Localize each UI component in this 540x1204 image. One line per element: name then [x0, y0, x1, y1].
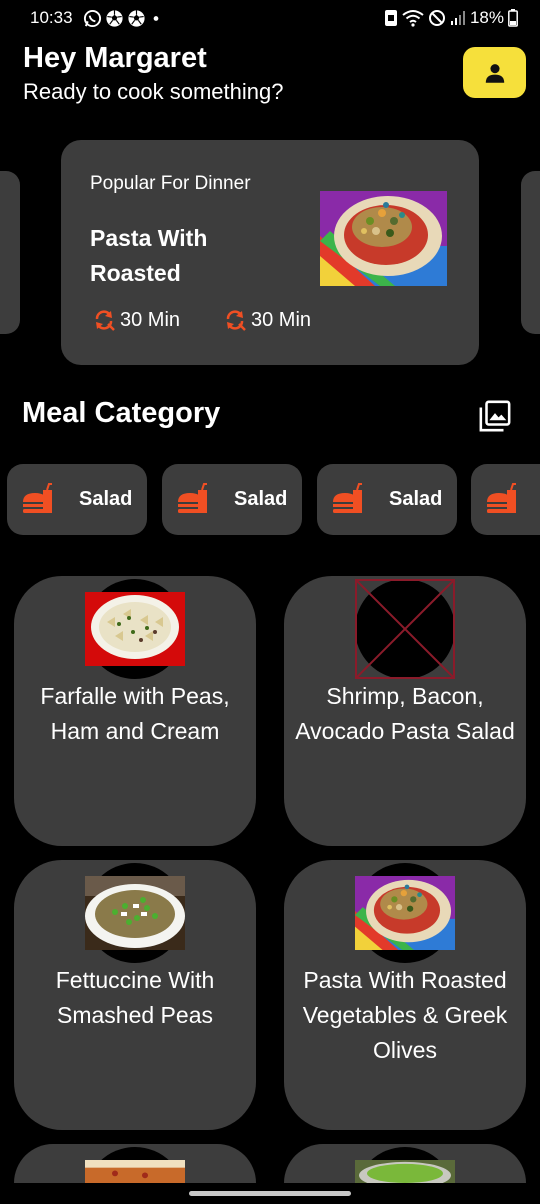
meal-image [85, 592, 185, 666]
person-icon [485, 63, 504, 83]
timer-refresh-icon [226, 310, 246, 331]
dot-icon [153, 16, 159, 21]
category-chip-label: Salad [79, 488, 133, 510]
category-chip-label: Salad [234, 488, 288, 510]
category-chip-salad[interactable]: Salad [7, 464, 147, 535]
category-chip-partial[interactable] [471, 464, 540, 535]
burger-drink-icon [333, 483, 362, 513]
status-bar: 10:33 18% [0, 0, 540, 36]
prep-time-label: 30 Min [251, 308, 312, 331]
greeting-subtitle: Ready to cook something? [23, 79, 284, 104]
status-notification-icons [83, 9, 163, 28]
gallery-icon [479, 400, 511, 432]
meal-card[interactable]: Pasta With Roasted Vegetables & Greek Ol… [284, 860, 526, 1130]
burger-drink-icon [487, 483, 516, 513]
popular-label: Popular For Dinner [90, 173, 251, 194]
soccer-ball-icon [128, 10, 145, 27]
meal-name: Pasta With Roasted Vegetables & Greek Ol… [302, 967, 508, 1063]
meal-name: Shrimp, Bacon, Avocado Pasta Salad [295, 683, 515, 744]
carousel-card-next[interactable] [521, 171, 540, 334]
status-time: 10:33 [30, 8, 73, 27]
meal-image [355, 876, 455, 950]
meal-image [355, 1160, 455, 1183]
meal-card[interactable]: Fettuccine With Smashed Peas [14, 860, 256, 1130]
meal-card[interactable] [14, 1144, 256, 1183]
popular-recipe-image [320, 191, 447, 286]
meal-image [85, 1160, 185, 1183]
wifi-icon [402, 10, 424, 27]
popular-recipe-card[interactable]: Popular For Dinner Pasta With Roasted 30… [61, 140, 479, 365]
profile-button[interactable] [463, 47, 526, 98]
status-system-icons: 18% [384, 8, 518, 28]
category-chip-label: Salad [389, 488, 443, 510]
category-chip-salad[interactable]: Salad [317, 464, 457, 535]
meal-card[interactable]: Farfalle with Peas, Ham and Cream [14, 576, 256, 846]
burger-drink-icon [178, 483, 207, 513]
meal-card[interactable] [284, 1144, 526, 1183]
screenshot-icon [384, 10, 397, 26]
soccer-ball-icon [106, 10, 123, 27]
greeting-title: Hey Margaret [23, 42, 207, 74]
gallery-button[interactable] [477, 398, 513, 434]
burger-drink-icon [23, 483, 52, 513]
meal-card[interactable]: Shrimp, Bacon, Avocado Pasta Salad [284, 576, 526, 846]
section-title: Meal Category [22, 397, 221, 429]
do-not-disturb-icon [428, 10, 445, 26]
meal-image [85, 876, 185, 950]
battery-percentage: 18% [469, 8, 504, 27]
cook-time: 30 Min [92, 308, 180, 332]
cook-time-label: 30 Min [120, 308, 181, 331]
meal-name: Fettuccine With Smashed Peas [55, 967, 215, 1028]
whatsapp-icon [83, 9, 102, 28]
meal-name: Farfalle with Peas, Ham and Cream [40, 683, 230, 744]
home-indicator[interactable] [189, 1191, 351, 1196]
battery-icon [508, 9, 518, 27]
timer-refresh-icon [95, 310, 115, 331]
signal-icon [450, 11, 465, 25]
popular-recipe-title: Pasta With Roasted [90, 225, 208, 286]
prep-time: 30 Min [223, 308, 311, 332]
carousel-card-previous[interactable] [0, 171, 20, 334]
broken-image-icon [355, 579, 455, 679]
category-chip-salad[interactable]: Salad [162, 464, 302, 535]
